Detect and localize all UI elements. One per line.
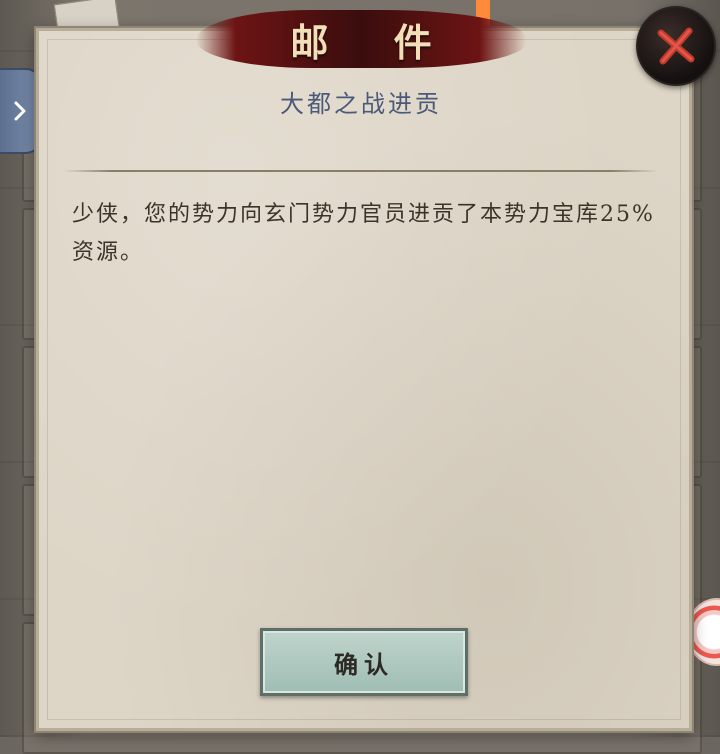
dialog-border (47, 39, 681, 720)
close-button[interactable] (636, 6, 716, 86)
close-icon (657, 27, 695, 65)
mail-dialog (36, 28, 692, 731)
chevron-right-icon (14, 101, 26, 121)
confirm-button[interactable]: 确认 (260, 628, 468, 696)
mail-subject: 大都之战进贡 (280, 90, 442, 118)
confirm-button-label: 确认 (334, 649, 394, 679)
mail-body: 少侠，您的势力向玄门势力官员进贡了本势力宝库25%资源。 (72, 202, 655, 265)
dialog-title: 邮 件 (290, 19, 458, 65)
divider (64, 170, 658, 172)
title-banner: 邮 件 (196, 10, 526, 68)
